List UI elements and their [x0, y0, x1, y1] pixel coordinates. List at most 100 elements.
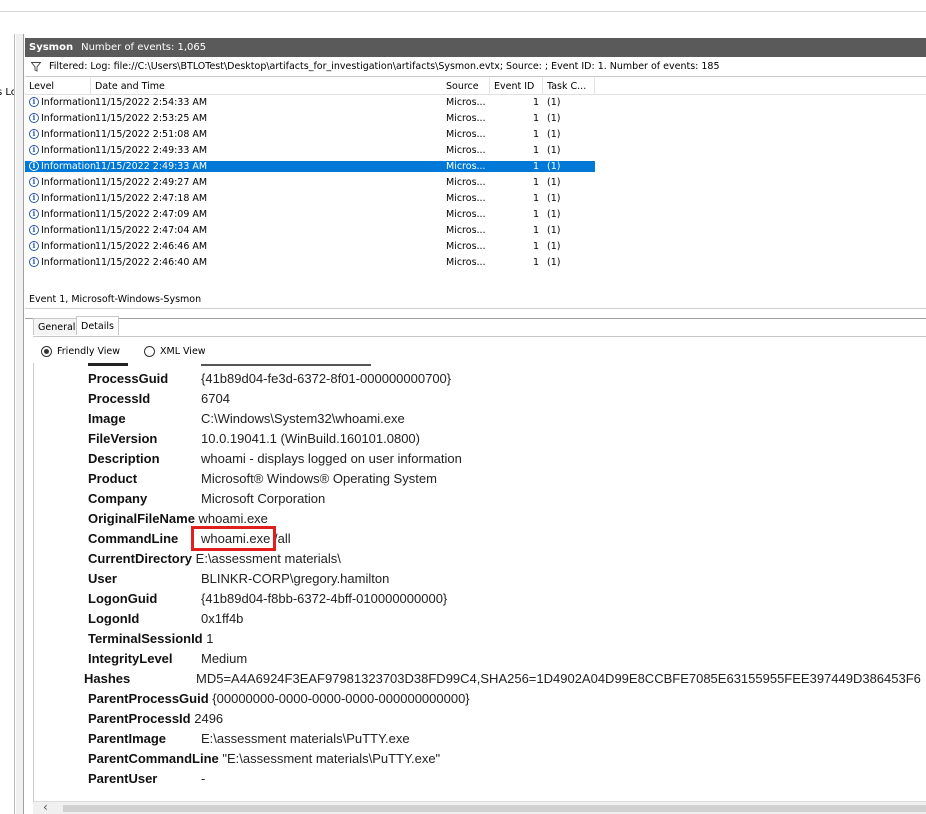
row-task-category: (1) [547, 241, 561, 252]
row-level: Information [41, 209, 96, 220]
table-row[interactable]: i Information 11/15/2022 2:49:33 AM Micros.… [25, 145, 595, 156]
row-source: Micros... [446, 177, 486, 188]
row-task-category: (1) [547, 97, 561, 108]
table-row[interactable]: i Information 11/15/2022 2:54:33 AM Micros.… [25, 97, 595, 108]
row-event-id: 1 [533, 241, 540, 252]
pane-splitter[interactable] [16, 34, 24, 814]
table-row[interactable]: i Information 11/15/2022 2:46:40 AM Micros.… [25, 257, 595, 268]
field-image: Image [88, 411, 126, 426]
column-header-level[interactable]: Level [25, 78, 91, 95]
value-integritylevel: Medium [201, 651, 248, 666]
filter-text: Filtered: Log: file://C:\Users\BTLOTest\… [49, 61, 720, 72]
row-task-category: (1) [547, 177, 561, 188]
field-user: User [88, 571, 117, 586]
information-icon: i [29, 177, 39, 187]
column-header-source[interactable]: Source [442, 78, 490, 95]
table-row[interactable]: i Information 11/15/2022 2:49:33 AM Micros.… [25, 161, 595, 172]
friendly-view-details[interactable]: ProcessGuid {41b89d04-fe3d-6372-8f01-000… [33, 363, 926, 801]
row-date-time: 11/15/2022 2:46:40 AM [95, 257, 208, 268]
field-originalfilename: OriginalFileName whoami.exe [88, 511, 268, 526]
field-parentimage: ParentImage [88, 731, 167, 746]
console-tree-item-label[interactable]: s Lo [0, 87, 14, 98]
row-event-id: 1 [533, 177, 540, 188]
value-processguid: {41b89d04-fe3d-6372-8f01-000000000700} [201, 371, 452, 386]
row-source: Micros... [446, 193, 486, 204]
table-row[interactable]: i Information 11/15/2022 2:47:09 AM Micros.… [25, 209, 595, 220]
column-header-date-time[interactable]: Date and Time [91, 78, 442, 95]
row-date-time: 11/15/2022 2:49:27 AM [95, 177, 208, 188]
row-event-id: 1 [533, 97, 540, 108]
information-icon: i [29, 225, 39, 235]
top-toolbar [0, 0, 926, 12]
event-count: Number of events: 1,065 [81, 42, 207, 53]
row-source: Micros... [446, 257, 486, 268]
value-parentuser: - [201, 771, 206, 786]
scrollbar-thumb[interactable] [63, 805, 926, 812]
field-product: Product [88, 471, 138, 486]
value-product: Microsoft® Windows® Operating System [201, 471, 437, 486]
xml-view-label[interactable]: XML View [160, 345, 206, 359]
field-hashes: Hashes [84, 671, 131, 686]
table-row[interactable]: i Information 11/15/2022 2:46:46 AM Micros.… [25, 241, 595, 252]
column-header-task-category[interactable]: Task C... [543, 78, 595, 95]
field-currentdirectory: CurrentDirectory E:\assessment materials… [88, 551, 341, 566]
row-source: Micros... [446, 145, 486, 156]
information-icon: i [29, 241, 39, 251]
field-parentprocessguid: ParentProcessGuid {00000000-0000-0000-00… [88, 691, 470, 706]
field-fileversion: FileVersion [88, 431, 158, 446]
value-processid: 6704 [201, 391, 230, 406]
row-date-time: 11/15/2022 2:49:33 AM [95, 161, 208, 172]
row-level: Information [41, 257, 96, 268]
row-date-time: 11/15/2022 2:51:08 AM [95, 129, 208, 140]
filter-bar: Filtered: Log: file://C:\Users\BTLOTest\… [25, 57, 926, 77]
row-date-time: 11/15/2022 2:54:33 AM [95, 97, 208, 108]
row-event-id: 1 [533, 161, 540, 172]
row-event-id: 1 [533, 209, 540, 220]
row-level: Information [41, 241, 96, 252]
row-date-time: 11/15/2022 2:47:04 AM [95, 225, 208, 236]
tab-details[interactable]: Details [76, 316, 119, 335]
row-source: Micros... [446, 241, 486, 252]
tab-general[interactable]: General [33, 318, 81, 335]
row-event-id: 1 [533, 129, 540, 140]
table-row[interactable]: i Information 11/15/2022 2:51:08 AM Micros.… [25, 129, 595, 140]
table-row[interactable]: i Information 11/15/2022 2:53:25 AM Micros.… [25, 113, 595, 124]
value-description: whoami - displays logged on user informa… [201, 451, 462, 466]
row-task-category: (1) [547, 145, 561, 156]
row-source: Micros... [446, 161, 486, 172]
field-terminalsessionid: TerminalSessionId 1 [88, 631, 214, 646]
row-task-category: (1) [547, 129, 561, 140]
row-level: Information [41, 113, 96, 124]
horizontal-scrollbar[interactable]: ‹ [33, 800, 926, 814]
chevron-left-icon[interactable]: ‹ [43, 800, 48, 814]
row-event-id: 1 [533, 145, 540, 156]
row-level: Information [41, 129, 96, 140]
friendly-view-radio[interactable] [41, 346, 52, 357]
value-fileversion: 10.0.19041.1 (WinBuild.160101.0800) [201, 431, 420, 446]
row-source: Micros... [446, 129, 486, 140]
table-row[interactable]: i Information 11/15/2022 2:47:04 AM Micros.… [25, 225, 595, 236]
field-processid: ProcessId [88, 391, 151, 406]
xml-view-radio[interactable] [144, 346, 155, 357]
row-source: Micros... [446, 225, 486, 236]
table-row[interactable]: i Information 11/15/2022 2:49:27 AM Micros.… [25, 177, 595, 188]
row-source: Micros... [446, 209, 486, 220]
field-parentprocessid: ParentProcessId 2496 [88, 711, 224, 726]
friendly-view-label[interactable]: Friendly View [57, 345, 120, 359]
events-grid[interactable]: Level Date and Time Source Event ID Task… [25, 78, 926, 319]
row-level: Information [41, 177, 96, 188]
field-company: Company [88, 491, 148, 506]
information-icon: i [29, 97, 39, 107]
information-icon: i [29, 129, 39, 139]
information-icon: i [29, 145, 39, 155]
table-row[interactable]: i Information 11/15/2022 2:47:18 AM Micros.… [25, 193, 595, 204]
row-source: Micros... [446, 113, 486, 124]
grid-header: Level Date and Time Source Event ID Task… [25, 78, 926, 95]
event-detail-header: Event 1, Microsoft-Windows-Sysmon [25, 291, 926, 309]
row-task-category: (1) [547, 209, 561, 220]
information-icon: i [29, 209, 39, 219]
field-parentcommandline: ParentCommandLine "E:\assessment materia… [88, 751, 441, 766]
row-date-time: 11/15/2022 2:47:18 AM [95, 193, 208, 204]
row-task-category: (1) [547, 225, 561, 236]
column-header-event-id[interactable]: Event ID [490, 78, 543, 95]
